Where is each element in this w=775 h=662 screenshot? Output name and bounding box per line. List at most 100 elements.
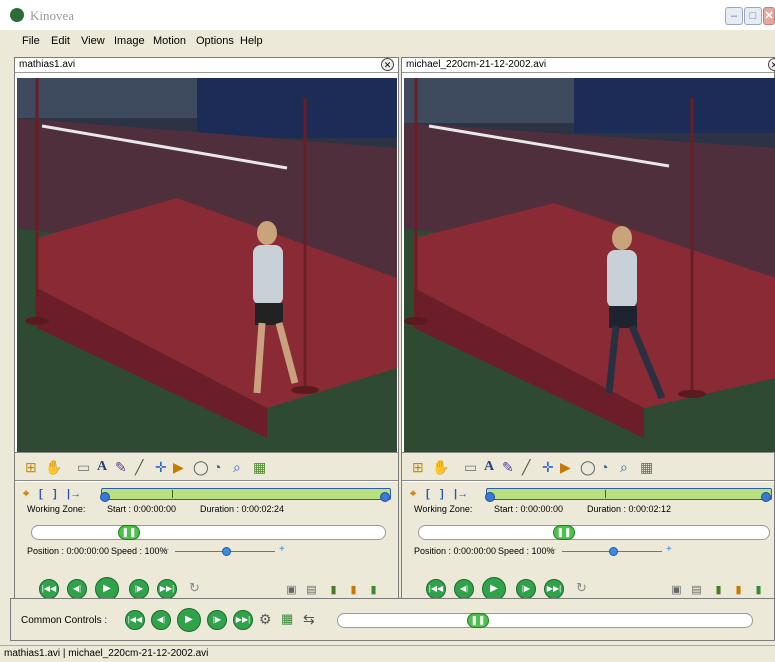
first-frame-icon[interactable]: |◀◀ [426,579,446,599]
magnifier-icon[interactable]: ⌕ [620,459,628,475]
set-marker-in-button[interactable]: ⌖ [410,488,416,501]
hand-icon[interactable]: ✋ [45,459,62,475]
export-icon[interactable]: ▮ [347,582,360,598]
hand-icon[interactable]: ✋ [432,459,449,475]
zone-reset-button[interactable]: |→ [454,488,468,500]
eraser-icon[interactable]: ▭ [464,459,477,475]
line-icon[interactable]: ╱ [135,459,143,475]
position-slider[interactable]: ❚❚ [418,525,770,540]
zone-marker [172,490,173,498]
last-frame-icon[interactable]: ▶▶| [157,579,177,599]
speed-decrease-icon[interactable]: – [163,544,169,555]
position-thumb[interactable]: ❚❚ [553,525,575,540]
snapshot-icon[interactable]: ▣ [670,582,683,598]
cross-icon[interactable]: ✛ [542,459,554,475]
pencil-icon[interactable]: ✎ [115,459,127,475]
menu-motion[interactable]: Motion [153,35,186,47]
line-icon[interactable]: ╱ [522,459,530,475]
zone-end-handle[interactable] [380,492,390,502]
snapshot-icon[interactable]: ▣ [285,582,298,598]
menu-edit[interactable]: Edit [51,35,70,47]
swap-icon[interactable]: ⇆ [303,611,315,628]
add-keyframe-icon[interactable]: ⊞ [412,459,424,475]
circle-icon[interactable]: ◯ [580,459,596,475]
loop-icon[interactable]: ↻ [576,580,587,596]
duration-time: Duration : 0:00:02:12 [587,504,672,514]
previous-frame-icon[interactable]: ◀| [67,579,87,599]
video-frame[interactable] [17,78,397,452]
loop-icon[interactable]: ↻ [189,580,200,596]
magnifier-icon[interactable]: ⌕ [233,459,241,475]
start-time: Start : 0:00:00:00 [494,504,564,514]
zone-start-handle[interactable] [100,492,110,502]
save-icon[interactable]: ▮ [712,582,725,598]
position-thumb[interactable]: ❚❚ [118,525,140,540]
close-pane-icon[interactable]: ✕ [768,58,775,71]
common-position-slider[interactable]: ❚❚ [337,613,753,628]
zone-end-handle[interactable] [761,492,771,502]
working-zone-bar[interactable] [100,488,391,502]
previous-frame-icon[interactable]: ◀| [454,579,474,599]
chrono-icon[interactable]: ◔ [600,459,608,475]
common-position-thumb[interactable]: ❚❚ [467,613,489,628]
position-slider[interactable]: ❚❚ [31,525,386,540]
speed-knob[interactable] [222,547,231,556]
eraser-icon[interactable]: ▭ [77,459,90,475]
sequence-icon[interactable]: ▤ [690,582,703,598]
video-image [17,78,397,452]
pane-filename: michael_220cm-21-12-2002.avi [406,59,547,70]
chrono-icon[interactable]: ◔ [213,459,221,475]
working-zone-bar[interactable] [485,488,772,502]
menu-image[interactable]: Image [114,35,145,47]
pencil-icon[interactable]: ✎ [502,459,514,475]
text-icon[interactable]: A [484,459,494,475]
speed-knob[interactable] [609,547,618,556]
zone-start-handle[interactable] [485,492,495,502]
common-first-frame-icon[interactable]: |◀◀ [125,610,145,630]
menu-view[interactable]: View [81,35,105,47]
zone-end-button[interactable]: ] [53,488,57,500]
zone-end-button[interactable]: ] [440,488,444,500]
close-button[interactable]: ✕ [763,7,775,25]
common-play-icon[interactable]: ▶ [177,608,201,632]
first-frame-icon[interactable]: |◀◀ [39,579,59,599]
maximize-button[interactable]: □ [744,7,762,25]
grid-icon[interactable]: ▦ [640,459,653,475]
export-icon[interactable]: ▮ [732,582,745,598]
set-marker-in-button[interactable]: ⌖ [23,488,29,501]
speed-increase-icon[interactable]: + [666,544,672,555]
circle-icon[interactable]: ◯ [193,459,209,475]
last-frame-icon[interactable]: ▶▶| [544,579,564,599]
paint-icon[interactable]: ▮ [367,582,380,598]
common-next-frame-icon[interactable]: |▶ [207,610,227,630]
angle-icon[interactable]: ▶ [560,459,571,475]
next-frame-icon[interactable]: |▶ [516,579,536,599]
working-zone-label: Working Zone: [27,504,86,514]
cross-icon[interactable]: ✛ [155,459,167,475]
speed-increase-icon[interactable]: + [279,544,285,555]
save-icon[interactable]: ▮ [327,582,340,598]
menu-options[interactable]: Options [196,35,234,47]
zone-start-button[interactable]: [ [426,488,430,500]
menu-file[interactable]: File [22,35,40,47]
speed-decrease-icon[interactable]: – [550,544,556,555]
add-keyframe-icon[interactable]: ⊞ [25,459,37,475]
next-frame-icon[interactable]: |▶ [129,579,149,599]
sync-icon[interactable]: ⚙ [259,611,272,628]
common-last-frame-icon[interactable]: ▶▶| [233,610,253,630]
merge-icon[interactable]: ▦ [281,611,293,627]
zone-reset-button[interactable]: |→ [67,488,81,500]
grid-icon[interactable]: ▦ [253,459,266,475]
menu-help[interactable]: Help [240,35,263,47]
text-icon[interactable]: A [97,459,107,475]
close-pane-icon[interactable]: ✕ [381,58,394,71]
angle-icon[interactable]: ▶ [173,459,184,475]
minimize-button[interactable]: – [725,7,743,25]
position-time: Position : 0:00:00:00 [414,546,497,556]
common-previous-frame-icon[interactable]: ◀| [151,610,171,630]
sequence-icon[interactable]: ▤ [305,582,318,598]
paint-icon[interactable]: ▮ [752,582,765,598]
pane-header: michael_220cm-21-12-2002.avi ✕ [402,58,775,73]
zone-start-button[interactable]: [ [39,488,43,500]
video-frame[interactable] [404,78,775,452]
